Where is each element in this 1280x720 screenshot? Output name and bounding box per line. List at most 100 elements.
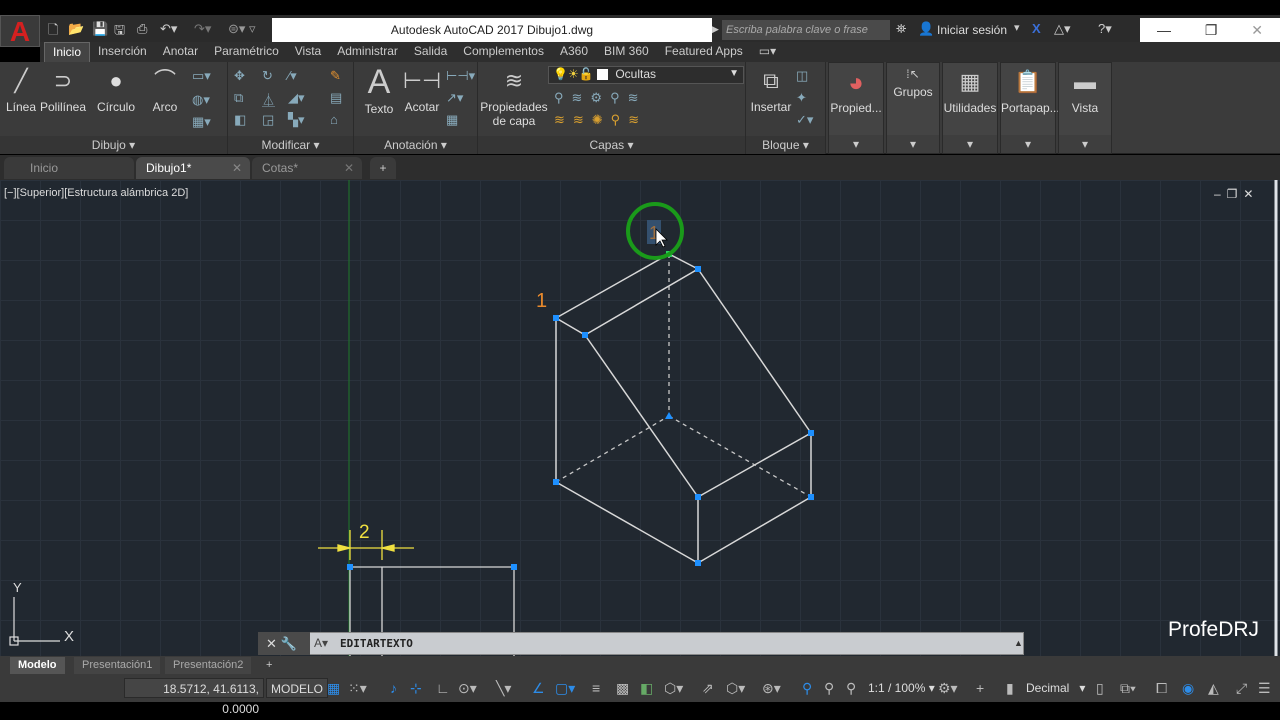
tab-modelo[interactable]: Modelo: [10, 657, 65, 674]
object-snap-icon[interactable]: ▢▾: [555, 678, 575, 698]
a360-icon[interactable]: △▾: [1054, 21, 1071, 37]
annotation-monitor-icon[interactable]: +: [976, 678, 984, 698]
save-as-icon[interactable]: 🖫: [114, 21, 125, 43]
rotate-icon[interactable]: ↻: [262, 68, 273, 84]
text-tool[interactable]: A Texto: [360, 62, 398, 116]
doc-tab-dibujo1[interactable]: Dibujo1* ✕: [136, 157, 250, 179]
isodraft-icon[interactable]: ╲▾: [496, 678, 511, 698]
tab-presentacion2[interactable]: Presentación2: [165, 657, 252, 674]
attributes-icon[interactable]: ✓▾: [796, 112, 813, 128]
tab-anotar[interactable]: Anotar: [155, 42, 206, 62]
close-icon[interactable]: ✕: [344, 157, 354, 179]
application-menu-button[interactable]: A: [0, 15, 40, 47]
annotation-visibility-icon[interactable]: ⚲: [802, 678, 812, 698]
tab-a360[interactable]: A360: [552, 42, 596, 62]
workspace-gear-icon[interactable]: ⚙▾: [938, 678, 958, 698]
panel-title-capas[interactable]: Capas ▾: [478, 136, 745, 154]
polyline-tool[interactable]: ⊃ Polilínea: [40, 66, 86, 114]
lineweight-icon[interactable]: ≡: [592, 678, 600, 698]
gizmo-icon[interactable]: ⊛▾: [762, 678, 781, 698]
panel-vista[interactable]: ▬ Vista ▾: [1058, 62, 1112, 154]
selection-cycling-icon[interactable]: ◧: [640, 678, 653, 698]
expand-arrow-icon[interactable]: ▶: [712, 24, 719, 35]
tab-administrar[interactable]: Administrar: [329, 42, 406, 62]
viewport-window-controls[interactable]: –❐✕: [1214, 187, 1260, 201]
clean-screen-icon[interactable]: ⤢: [1236, 678, 1247, 698]
binoculars-icon[interactable]: ⛯: [896, 21, 906, 37]
panel-propiedades[interactable]: ◕ Propied... ▾: [828, 62, 884, 154]
ribbon-options-icon[interactable]: ▭▾: [751, 42, 784, 62]
copy-icon[interactable]: ⧉: [234, 90, 243, 106]
insert-tool[interactable]: ⧉ Insertar: [748, 66, 794, 114]
new-icon[interactable]: 🗋: [48, 21, 58, 43]
polar-icon[interactable]: ⊙▾: [458, 678, 477, 698]
dropdown-icon[interactable]: ▾: [1014, 21, 1020, 34]
viewport-controls[interactable]: [−][Superior][Estructura alámbrica 2D]: [4, 187, 188, 199]
arc-tool[interactable]: ⌒ Arco: [148, 66, 182, 114]
fillet-icon[interactable]: ◢▾: [288, 90, 305, 106]
wrench-icon[interactable]: 🔧: [281, 636, 297, 651]
graphics-performance-icon[interactable]: ◭: [1208, 678, 1219, 698]
edit-block-icon[interactable]: ✦: [796, 90, 807, 106]
tab-vista[interactable]: Vista: [287, 42, 329, 62]
panel-grupos[interactable]: ⁞↖ Grupos ▾: [886, 62, 940, 154]
tab-bim360[interactable]: BIM 360: [596, 42, 657, 62]
quick-properties-icon[interactable]: ▯: [1096, 678, 1104, 698]
layer-properties-tool[interactable]: ≋ Propiedades de capa: [480, 66, 548, 128]
new-tab-button[interactable]: +: [370, 157, 396, 179]
dynamic-ucs-icon[interactable]: ⇗: [702, 678, 714, 698]
close-icon[interactable]: ✕: [1251, 22, 1263, 39]
redo-icon[interactable]: ↷▾: [194, 21, 211, 37]
help-icon[interactable]: ?▾: [1098, 21, 1112, 37]
hatch-icon[interactable]: ◍▾: [192, 92, 210, 108]
transparency-icon[interactable]: ▩: [616, 678, 629, 698]
layer-tools-row1-icon[interactable]: ⚲≋⚙⚲≋: [554, 90, 646, 106]
doc-tab-inicio[interactable]: Inicio: [4, 157, 134, 179]
create-block-icon[interactable]: ◫: [796, 68, 808, 84]
units-dropdown[interactable]: Decimal ▾: [1026, 678, 1085, 698]
print-icon[interactable]: ⎙: [137, 21, 147, 37]
save-icon[interactable]: 💾: [92, 21, 108, 37]
tab-presentacion1[interactable]: Presentación1: [74, 657, 161, 674]
hardware-acceleration-icon[interactable]: ◉: [1182, 678, 1194, 698]
line-tool[interactable]: ╱ Línea: [4, 66, 38, 114]
doc-tab-cotas[interactable]: Cotas* ✕: [252, 157, 362, 179]
infer-constraints-icon[interactable]: ♪: [390, 678, 397, 698]
linear-dim-icon[interactable]: ⊢⊣▾: [446, 68, 475, 84]
undo-icon[interactable]: ↶▾: [160, 21, 177, 37]
stretch-icon[interactable]: ◧: [234, 112, 246, 128]
region-icon[interactable]: ▦▾: [192, 114, 211, 130]
panel-title-modificar[interactable]: Modificar ▾: [228, 136, 353, 154]
panel-title-anotacion[interactable]: Anotación ▾: [354, 136, 477, 154]
customization-menu-icon[interactable]: ☰: [1258, 678, 1271, 698]
object-snap-tracking-icon[interactable]: ∠: [532, 678, 545, 698]
tab-parametrico[interactable]: Paramétrico: [206, 42, 287, 62]
close-icon[interactable]: ✕: [232, 157, 242, 179]
command-history-icon[interactable]: ▲: [1014, 638, 1023, 648]
layer-tools-row2-icon[interactable]: ≋≋✺⚲≋: [554, 112, 647, 128]
user-icon[interactable]: 👤: [918, 21, 934, 37]
add-layout-button[interactable]: +: [258, 657, 280, 674]
erase-icon[interactable]: ✎: [330, 68, 341, 84]
exchange-icon[interactable]: X: [1032, 21, 1041, 36]
mirror-icon[interactable]: ⏅: [262, 90, 275, 109]
search-input[interactable]: Escriba palabra clave o frase: [722, 20, 890, 40]
tab-insercion[interactable]: Inserción: [90, 42, 155, 62]
command-prompt-icon[interactable]: A▾: [314, 636, 328, 650]
isolate-objects-icon[interactable]: ⧠: [1156, 678, 1167, 698]
panel-title-bloque[interactable]: Bloque ▾: [746, 136, 825, 154]
open-icon[interactable]: 📂: [68, 21, 84, 37]
trim-icon[interactable]: ⁄▾: [288, 68, 297, 84]
model-space-button[interactable]: MODELO: [266, 678, 329, 698]
units-icon[interactable]: ▮: [1006, 678, 1014, 698]
grid-icon[interactable]: ▦: [327, 678, 340, 698]
workspace-icon[interactable]: ⊜▾ ▿: [228, 21, 256, 37]
selection-filter-icon[interactable]: ⬡▾: [726, 678, 745, 698]
annotation-scale-icon[interactable]: ⚲: [846, 678, 856, 698]
table-icon[interactable]: ▦: [446, 112, 458, 128]
3d-osnap-icon[interactable]: ⬡▾: [664, 678, 683, 698]
offset-icon[interactable]: ⌂: [330, 112, 338, 127]
tab-complementos[interactable]: Complementos: [455, 42, 552, 62]
rectangle-icon[interactable]: ▭▾: [192, 68, 211, 84]
ortho-icon[interactable]: ∟: [436, 678, 450, 698]
